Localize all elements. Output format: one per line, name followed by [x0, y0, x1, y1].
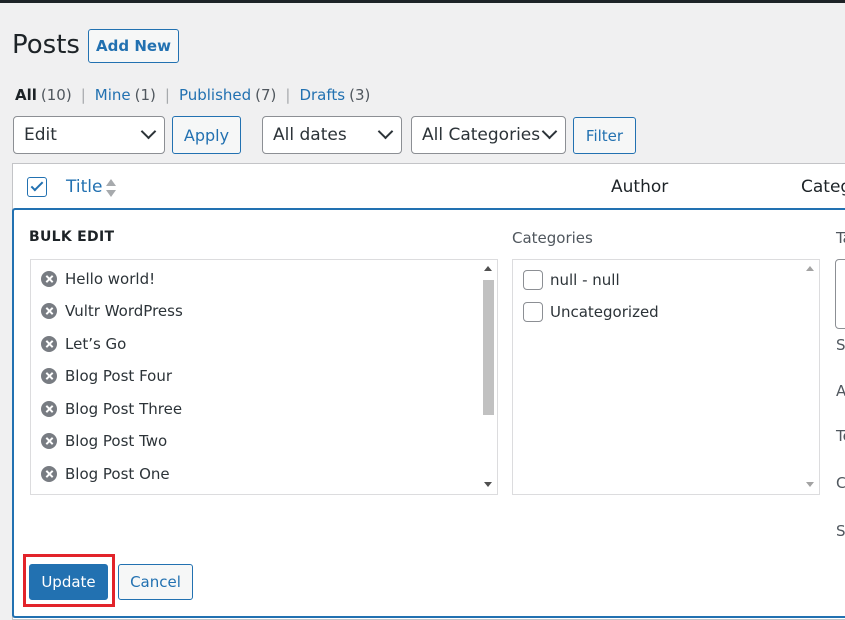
category-checkbox[interactable] [523, 270, 543, 290]
scroll-up-icon[interactable] [806, 266, 814, 271]
list-item: Blog Post Two [41, 432, 167, 450]
list-item: Hello world! [41, 270, 155, 288]
select-all-checkbox[interactable] [27, 177, 47, 197]
table-header: Title Author Categ [13, 164, 845, 210]
bulk-action-value: Edit [24, 125, 57, 145]
apply-button[interactable]: Apply [172, 116, 241, 154]
category-label: null - null [550, 271, 620, 289]
view-separator: | [164, 86, 170, 104]
view-drafts[interactable]: Drafts (3) [299, 86, 370, 104]
scroll-down-icon[interactable] [806, 482, 814, 487]
view-published-label[interactable]: Published [179, 86, 251, 104]
admin-topbar [0, 0, 845, 3]
list-item: Vultr WordPress [41, 302, 183, 320]
remove-icon[interactable] [41, 466, 57, 482]
date-filter-select[interactable]: All dates [262, 116, 402, 154]
side-field-label: A [836, 382, 845, 400]
sort-icon[interactable] [105, 177, 117, 199]
filter-button[interactable]: Filter [573, 117, 636, 154]
side-field-label: St [836, 522, 845, 540]
view-separator: | [285, 86, 291, 104]
bulk-action-select[interactable]: Edit [13, 116, 165, 154]
post-title: Vultr WordPress [65, 302, 183, 320]
side-field-label: Se [836, 336, 845, 354]
side-field-label: C [836, 474, 845, 492]
checkmark-icon [30, 178, 44, 192]
post-title: Blog Post Four [65, 367, 173, 385]
category-label: Uncategorized [550, 303, 659, 321]
list-item: Let’s Go [41, 335, 126, 353]
view-all-count: (10) [40, 86, 72, 104]
column-author-header: Author [611, 177, 669, 197]
chevron-down-icon [377, 123, 394, 140]
side-field-label: Te [836, 427, 845, 445]
column-categories-header: Categ [801, 177, 845, 197]
category-option[interactable]: Uncategorized [523, 302, 659, 322]
chevron-down-icon [541, 123, 558, 140]
category-filter-value: All Categories [422, 125, 541, 145]
categories-checklist[interactable]: null - null Uncategorized [512, 259, 820, 495]
view-mine-label[interactable]: Mine [95, 86, 131, 104]
column-title-header[interactable]: Title [66, 177, 102, 197]
post-title: Blog Post Two [65, 432, 168, 450]
view-drafts-count: (3) [349, 86, 371, 104]
category-checkbox[interactable] [523, 302, 543, 322]
view-mine-count: (1) [134, 86, 156, 104]
view-separator: | [80, 86, 86, 104]
list-item: Blog Post Three [41, 400, 182, 418]
categories-scrollbar[interactable] [802, 260, 819, 494]
view-mine[interactable]: Mine (1) [95, 86, 156, 104]
view-drafts-label[interactable]: Drafts [299, 86, 345, 104]
page-title: Posts [12, 30, 80, 60]
post-title: Blog Post One [65, 465, 170, 483]
remove-icon[interactable] [41, 271, 57, 287]
remove-icon[interactable] [41, 368, 57, 384]
tags-label: Ta [836, 229, 845, 247]
remove-icon[interactable] [41, 303, 57, 319]
scrollbar-thumb[interactable] [483, 280, 494, 415]
remove-icon[interactable] [41, 336, 57, 352]
post-title: Let’s Go [65, 335, 127, 353]
remove-icon[interactable] [41, 433, 57, 449]
post-list-scrollbar[interactable] [480, 260, 497, 494]
scroll-up-icon[interactable] [484, 266, 492, 271]
tags-textarea[interactable] [835, 259, 845, 329]
view-all[interactable]: All (10) [15, 86, 72, 104]
bulk-edit-panel: BULK EDIT Hello world! Vultr WordPress L… [12, 208, 845, 618]
view-published[interactable]: Published (7) [179, 86, 276, 104]
date-filter-value: All dates [273, 125, 347, 145]
post-title: Hello world! [65, 270, 156, 288]
post-title: Blog Post Three [65, 400, 183, 418]
chevron-down-icon [140, 123, 157, 140]
scroll-down-icon[interactable] [484, 482, 492, 487]
remove-icon[interactable] [41, 401, 57, 417]
category-option[interactable]: null - null [523, 270, 620, 290]
post-status-views: All (10) | Mine (1) | Published (7) | Dr… [15, 86, 370, 104]
category-filter-select[interactable]: All Categories [411, 116, 566, 154]
bulk-edit-post-list[interactable]: Hello world! Vultr WordPress Let’s Go Bl… [30, 259, 498, 495]
categories-label: Categories [512, 229, 593, 247]
bulk-edit-heading: BULK EDIT [29, 229, 115, 245]
cancel-button[interactable]: Cancel [118, 564, 193, 600]
view-all-label[interactable]: All [15, 86, 37, 104]
view-published-count: (7) [255, 86, 277, 104]
list-item: Blog Post Four [41, 367, 172, 385]
update-button[interactable]: Update [29, 564, 108, 600]
list-item: Blog Post One [41, 465, 170, 483]
add-new-button[interactable]: Add New [88, 29, 179, 63]
